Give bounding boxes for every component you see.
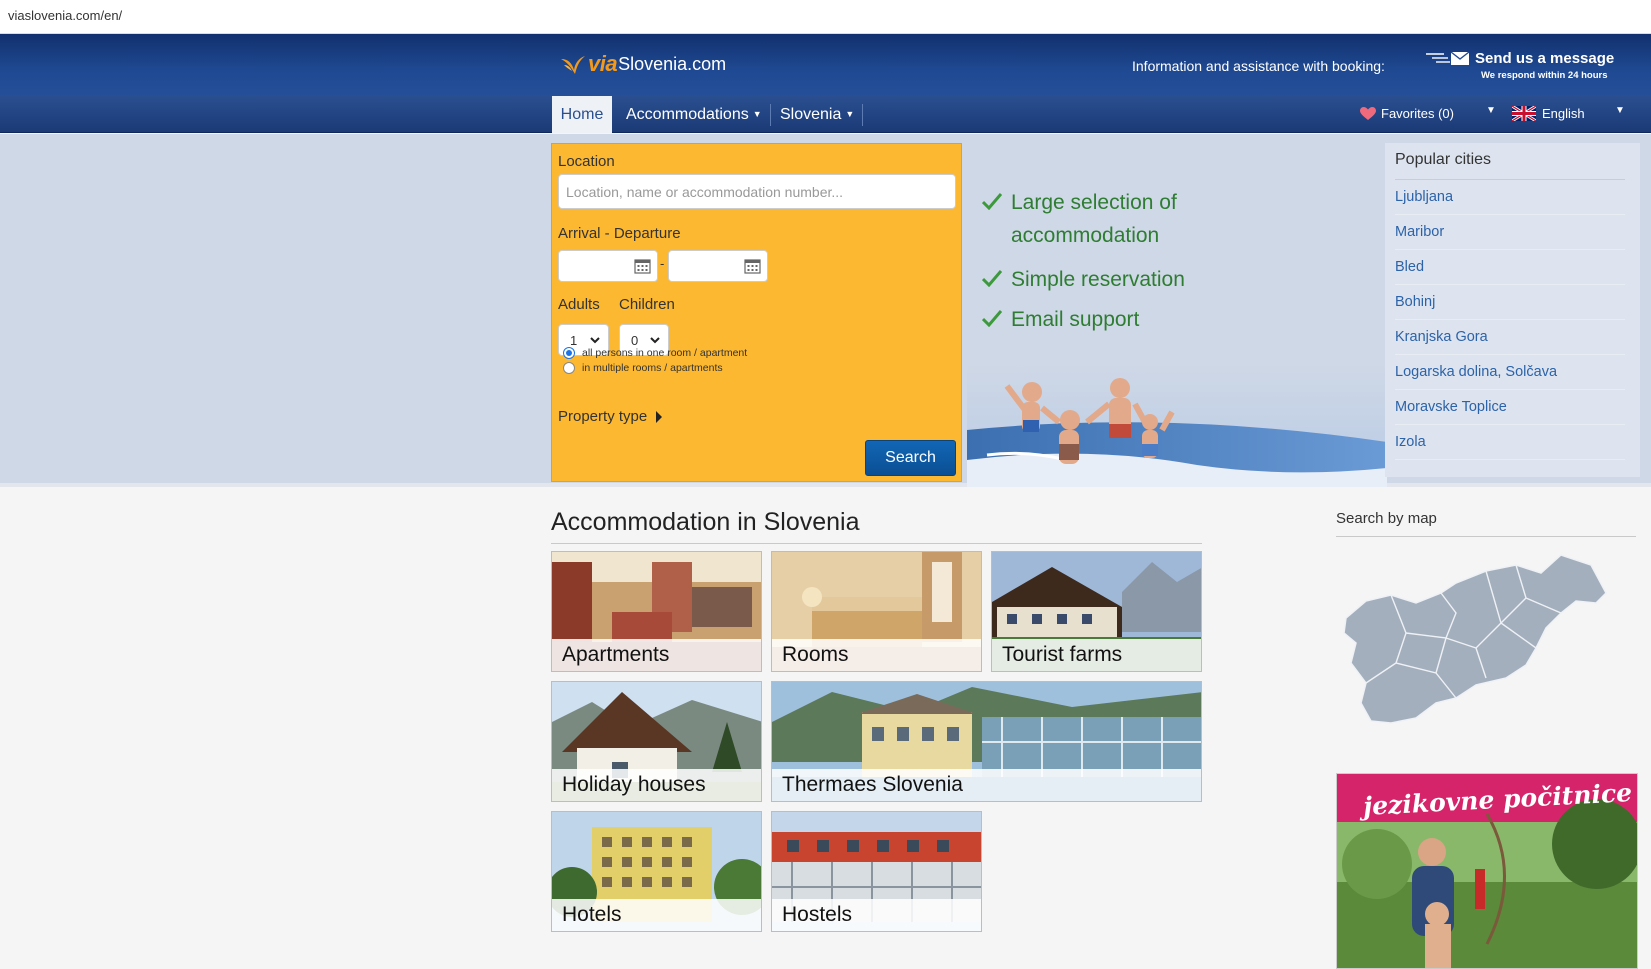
feature-text: Email support xyxy=(1011,308,1140,331)
bird-logo-icon xyxy=(561,56,585,74)
nav-slovenia-label: Slovenia xyxy=(780,106,842,123)
language-dropdown-icon[interactable]: ▼ xyxy=(1615,105,1625,116)
favorites-dropdown-icon[interactable]: ▼ xyxy=(1486,105,1496,116)
city-link[interactable]: Ljubljana xyxy=(1395,180,1625,215)
heart-icon xyxy=(1360,106,1376,120)
nav-divider xyxy=(862,104,863,126)
city-link[interactable]: Izola xyxy=(1395,425,1625,460)
send-message-link[interactable]: Send us a message xyxy=(1475,50,1614,67)
tile-holiday-houses[interactable]: Holiday houses xyxy=(551,681,762,802)
nav-slovenia[interactable]: Slovenia ▼ xyxy=(780,96,854,133)
checkmark-icon xyxy=(982,193,1002,210)
radio-multiple-rooms[interactable]: in multiple rooms / apartments xyxy=(563,362,723,374)
dates-label: Arrival - Departure xyxy=(558,225,681,242)
favorites-label: Favorites (0) xyxy=(1381,106,1454,121)
language-label: English xyxy=(1542,106,1585,121)
feature-text: Large selection of xyxy=(1011,191,1177,214)
calendar-icon[interactable] xyxy=(744,258,761,274)
caret-right-icon xyxy=(656,410,663,423)
adults-value: 1 xyxy=(570,333,578,348)
feature-text: Simple reservation xyxy=(1011,268,1185,291)
popular-cities-title: Popular cities xyxy=(1395,151,1625,180)
date-separator: - xyxy=(660,256,665,271)
envelope-icon[interactable] xyxy=(1424,50,1472,72)
search-by-map-title: Search by map xyxy=(1336,510,1636,537)
main-navigation: Home Accommodations ▼ Slovenia ▼ Favorites… xyxy=(0,96,1651,133)
tile-hostels[interactable]: Hostels xyxy=(771,811,982,932)
radio-multiple-rooms-label: in multiple rooms / apartments xyxy=(582,362,723,374)
nav-divider xyxy=(770,104,771,126)
tile-hotels[interactable]: Hotels xyxy=(551,811,762,932)
city-link[interactable]: Logarska dolina, Solčava xyxy=(1395,355,1625,390)
tile-label: Holiday houses xyxy=(552,769,761,801)
chevron-down-icon: ▼ xyxy=(752,109,762,120)
checkmark-icon xyxy=(982,270,1002,287)
nav-accommodations-label: Accommodations xyxy=(626,106,749,123)
checkmark-icon xyxy=(982,310,1002,327)
adults-label: Adults xyxy=(558,296,600,313)
city-link[interactable]: Bled xyxy=(1395,250,1625,285)
city-link[interactable]: Maribor xyxy=(1395,215,1625,250)
radio-button[interactable] xyxy=(563,362,575,374)
tile-label: Hotels xyxy=(552,899,761,931)
section-title: Accommodation in Slovenia xyxy=(551,508,1202,544)
chevron-down-icon xyxy=(650,337,660,344)
tile-label: Rooms xyxy=(772,639,981,671)
arrival-date-input[interactable] xyxy=(558,250,658,282)
property-type-toggle[interactable]: Property type xyxy=(558,408,663,425)
location-input[interactable] xyxy=(558,174,956,209)
tile-label: Thermaes Slovenia xyxy=(772,769,1201,801)
language-selector[interactable]: English xyxy=(1512,106,1585,121)
children-value: 0 xyxy=(631,333,639,348)
tile-apartments[interactable]: Apartments xyxy=(551,551,762,672)
response-time-note: We respond within 24 hours xyxy=(1481,70,1608,81)
feature-text: accommodation xyxy=(1011,224,1160,247)
radio-button-selected[interactable] xyxy=(563,347,575,359)
departure-date-input[interactable] xyxy=(668,250,768,282)
family-beach-image xyxy=(967,360,1387,487)
city-link[interactable]: Moravske Toplice xyxy=(1395,390,1625,425)
radio-one-room[interactable]: all persons in one room / apartment xyxy=(563,347,747,359)
nav-home[interactable]: Home xyxy=(552,96,612,133)
search-button[interactable]: Search xyxy=(865,440,956,476)
tile-tourist-farms[interactable]: Tourist farms xyxy=(991,551,1202,672)
search-form: Location Arrival - Departure - Adults Ch… xyxy=(551,143,962,482)
city-link[interactable]: Bohinj xyxy=(1395,285,1625,320)
tile-label: Tourist farms xyxy=(992,639,1201,671)
logo-via: via xyxy=(588,51,618,76)
popular-cities-panel: Popular cities Ljubljana Maribor Bled Bo… xyxy=(1385,143,1640,477)
nav-accommodations[interactable]: Accommodations ▼ xyxy=(626,96,762,133)
radio-one-room-label: all persons in one room / apartment xyxy=(582,347,748,359)
slovenia-map[interactable] xyxy=(1336,553,1621,738)
chevron-down-icon: ▼ xyxy=(845,109,855,120)
booking-info-text: Information and assistance with booking: xyxy=(1132,58,1385,74)
site-header: via Slovenia.com Information and assista… xyxy=(0,34,1651,96)
uk-flag-icon xyxy=(1512,106,1536,121)
language-holidays-ad[interactable]: jezikovne počitnice xyxy=(1336,773,1638,969)
location-label: Location xyxy=(558,153,615,170)
chevron-down-icon xyxy=(590,337,600,344)
city-link[interactable]: Kranjska Gora xyxy=(1395,320,1625,355)
url-text[interactable]: viaslovenia.com/en/ xyxy=(8,8,122,23)
feature-reservation: Simple reservation xyxy=(982,263,1185,296)
children-label: Children xyxy=(619,296,675,313)
browser-address-bar[interactable]: viaslovenia.com/en/ xyxy=(0,0,1651,34)
logo-text: Slovenia.com xyxy=(618,53,727,74)
feature-email: Email support xyxy=(982,303,1139,336)
favorites-link[interactable]: Favorites (0) xyxy=(1360,106,1454,121)
tile-rooms[interactable]: Rooms xyxy=(771,551,982,672)
tile-thermaes-slovenia[interactable]: Thermaes Slovenia xyxy=(771,681,1202,802)
property-type-label: Property type xyxy=(558,408,648,425)
calendar-icon[interactable] xyxy=(634,258,651,274)
feature-selection: Large selection of accommodation xyxy=(982,186,1177,252)
tile-label: Hostels xyxy=(772,899,981,931)
site-logo[interactable]: via Slovenia.com xyxy=(560,49,726,79)
tile-label: Apartments xyxy=(552,639,761,671)
